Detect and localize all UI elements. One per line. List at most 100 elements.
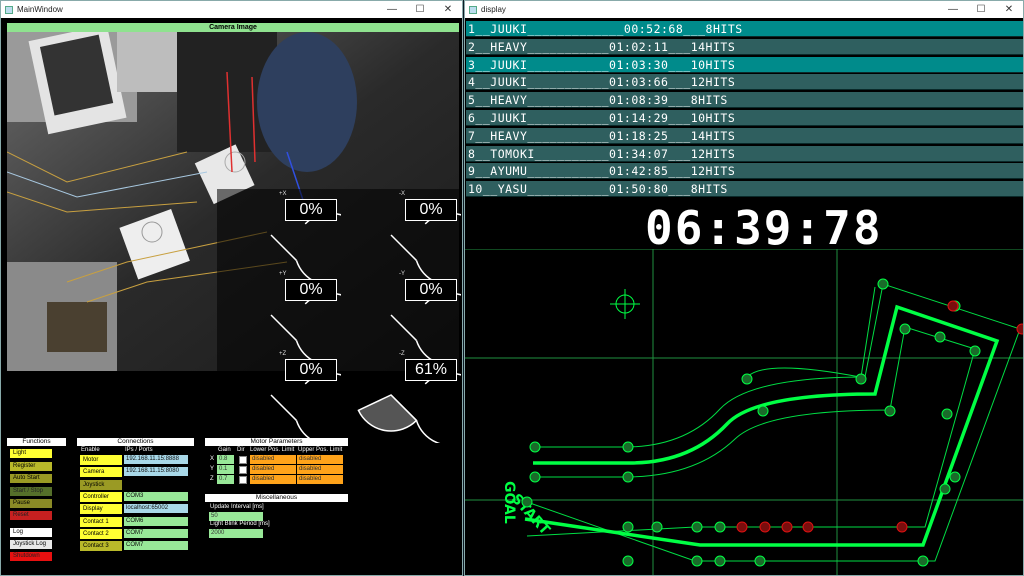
lower-limit-input[interactable]: disabled xyxy=(250,465,296,474)
connection-contact-2-toggle[interactable]: Contact 2 xyxy=(80,528,122,539)
connections-title: Connections xyxy=(77,438,194,446)
ranking-row: 6__JUUKI___________01:14:29___10HITS xyxy=(466,110,1023,126)
axis-label: Z xyxy=(210,476,214,482)
connection-contact-1-address[interactable]: COM6 xyxy=(124,516,188,526)
connection-contact-2-address[interactable]: COM7 xyxy=(124,528,188,538)
direction-checkbox[interactable] xyxy=(239,476,247,484)
minimize-icon[interactable]: — xyxy=(939,1,967,18)
gauge-label: +Y xyxy=(279,271,287,277)
ranking-row: 9__AYUMU___________01:42:85___12HITS xyxy=(466,163,1023,180)
connection-controller-address[interactable]: COM3 xyxy=(124,491,188,501)
connection-motor-address[interactable]: 192.168.11.15:8888 xyxy=(124,455,188,464)
auto-start-button[interactable]: Auto Start xyxy=(10,474,52,483)
close-icon[interactable]: ✕ xyxy=(995,1,1023,18)
update-interval-input[interactable]: 50 xyxy=(209,512,263,521)
camera-image-header: Camera Image xyxy=(7,23,459,32)
hit-point xyxy=(736,521,748,533)
connection-joystick-toggle[interactable]: Joystick xyxy=(80,479,122,490)
ranking-row: 1__JUUKI_____________00:52:68___8HITS xyxy=(466,21,1023,37)
upper-limit-input[interactable]: disabled xyxy=(297,465,343,474)
lower-limit-input[interactable]: disabled xyxy=(250,455,296,464)
log-button[interactable]: Log xyxy=(10,528,52,537)
direction-checkbox[interactable] xyxy=(239,466,247,474)
display-window: display — ☐ ✕ 1__JUUKI_____________00:52… xyxy=(464,0,1024,576)
sensor-point xyxy=(521,496,533,508)
hit-point xyxy=(896,521,908,533)
shutdown-button[interactable]: Shutdown xyxy=(10,552,52,561)
reset-button[interactable]: Reset xyxy=(10,511,52,520)
blink-period-label: Light Blink Period [ms] xyxy=(210,521,270,527)
ranking-row: 2__HEAVY___________01:02:11___14HITS xyxy=(466,38,1023,55)
connections-enable-header: Enable xyxy=(81,447,100,453)
course-map: GOAL START xyxy=(465,249,1023,575)
sensor-point xyxy=(714,555,726,567)
sensor-point xyxy=(622,521,634,533)
sensor-point xyxy=(529,441,541,453)
sensor-point xyxy=(622,441,634,453)
sensor-point xyxy=(622,555,634,567)
connection-display-address[interactable]: localhost:65002 xyxy=(124,504,188,514)
joystick-log-button[interactable]: Joystick Log xyxy=(10,540,52,549)
connection-camera-toggle[interactable]: Camera xyxy=(80,467,122,478)
light-button[interactable]: Light xyxy=(10,449,52,458)
sensor-point xyxy=(877,278,889,290)
sensor-point xyxy=(691,555,703,567)
blink-period-input[interactable]: 2000 xyxy=(209,529,263,538)
sensor-point xyxy=(934,331,946,343)
register-button[interactable]: Register xyxy=(10,462,52,471)
main-window-titlebar[interactable]: MainWindow — ☐ ✕ xyxy=(1,1,462,18)
start-stop-button[interactable]: Start / Stop xyxy=(10,487,52,496)
connection-camera-address[interactable]: 192.168.11.15:8080 xyxy=(124,467,188,477)
gauge-label: -Y xyxy=(399,271,405,277)
timer-display: 06:39:78 xyxy=(645,201,883,255)
main-window: MainWindow — ☐ ✕ Camera Image +X 0% -X 0… xyxy=(0,0,463,576)
maximize-icon[interactable]: ☐ xyxy=(406,1,434,18)
upper-limit-input[interactable]: disabled xyxy=(297,455,343,464)
sensor-point xyxy=(899,323,911,335)
upper-limit-header: Upper Pos. Limit xyxy=(298,447,343,453)
gauge-value: 0% xyxy=(285,359,337,381)
minimize-icon[interactable]: — xyxy=(378,1,406,18)
connection-motor-toggle[interactable]: Motor xyxy=(80,455,122,465)
connections-ips-header: IPs / Ports xyxy=(125,447,153,453)
connection-contact-1-toggle[interactable]: Contact 1 xyxy=(80,516,122,527)
display-window-title: display xyxy=(481,5,506,14)
sensor-point xyxy=(691,521,703,533)
gauge-label: +Z xyxy=(279,351,287,357)
close-icon[interactable]: ✕ xyxy=(434,1,462,18)
sensor-point xyxy=(529,471,541,483)
app-icon xyxy=(469,5,477,14)
gauge-value: 61% xyxy=(405,359,457,381)
gain-input[interactable]: 0.8 xyxy=(217,455,234,464)
pause-button[interactable]: Pause xyxy=(10,499,52,508)
connection-contact-3-address[interactable]: COM7 xyxy=(124,541,188,551)
connection-controller-toggle[interactable]: Controller xyxy=(80,491,122,502)
ranking-row: 8__TOMOKI__________01:34:07___12HITS xyxy=(466,145,1023,162)
upper-limit-input[interactable]: disabled xyxy=(297,475,343,484)
direction-checkbox[interactable] xyxy=(239,456,247,464)
lower-limit-header: Lower Pos. Limit xyxy=(250,447,295,453)
gauge-minus-z: -Z 61% xyxy=(351,351,461,443)
ranking-row: 3__JUUKI___________01:03:30___10HITS xyxy=(466,56,1023,73)
sensor-point xyxy=(714,521,726,533)
main-window-title: MainWindow xyxy=(17,5,63,14)
ranking-row: 5__HEAVY___________01:08:39___8HITS xyxy=(466,92,1023,109)
axis-gauges-panel: +X 0% -X 0% +Y 0% -Y 0% +Z 0% -Z 61% xyxy=(217,189,461,443)
gauge-value: 0% xyxy=(285,199,337,221)
connection-contact-3-toggle[interactable]: Contact 3 xyxy=(80,541,122,552)
gauge-value: 0% xyxy=(285,279,337,301)
hit-point xyxy=(947,300,959,312)
connection-display-toggle[interactable]: Display xyxy=(80,504,122,515)
gauge-label: +X xyxy=(279,191,287,197)
app-icon xyxy=(5,5,13,14)
gain-input[interactable]: 0.7 xyxy=(217,475,234,484)
maximize-icon[interactable]: ☐ xyxy=(967,1,995,18)
gain-input[interactable]: 0.1 xyxy=(217,465,234,474)
motor-parameters-title: Motor Parameters xyxy=(205,438,348,446)
display-window-titlebar[interactable]: display — ☐ ✕ xyxy=(465,1,1023,18)
sensor-point xyxy=(939,483,951,495)
dir-header: Dir xyxy=(237,447,245,453)
gauge-value: 0% xyxy=(405,199,457,221)
miscellaneous-title: Miscellaneous xyxy=(205,494,348,502)
lower-limit-input[interactable]: disabled xyxy=(250,475,296,484)
